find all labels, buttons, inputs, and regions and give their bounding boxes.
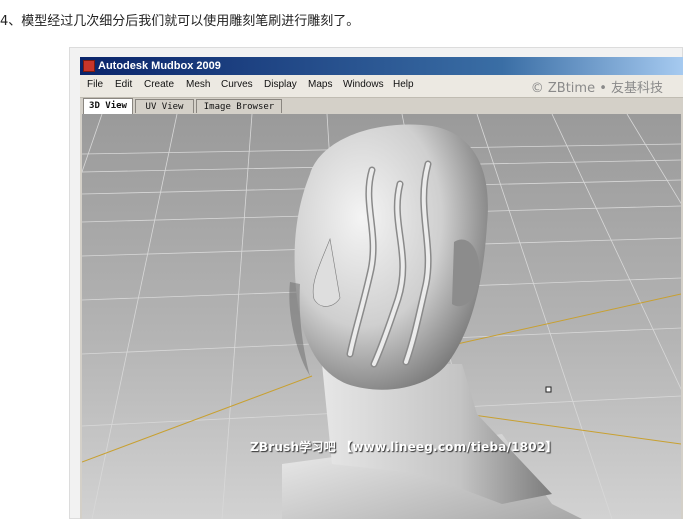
step-caption: 4、模型经过几次细分后我们就可以使用雕刻笔刷进行雕刻了。 (0, 14, 360, 29)
menu-mesh[interactable]: Mesh (186, 79, 210, 90)
menu-display[interactable]: Display (264, 79, 297, 90)
zbtime-credit: © ZBtime • 友基科技 (530, 81, 663, 96)
3d-viewport[interactable] (82, 114, 681, 519)
menu-help[interactable]: Help (393, 79, 414, 90)
menu-bar: File Edit Create Mesh Curves Display Map… (80, 75, 683, 98)
tab-image-browser[interactable]: Image Browser (196, 99, 282, 113)
menu-curves[interactable]: Curves (221, 79, 253, 90)
menu-maps[interactable]: Maps (308, 79, 332, 90)
menu-windows[interactable]: Windows (343, 79, 384, 90)
forum-watermark: ZBrush学习吧 【www.lineeg.com/tieba/1802】 (250, 440, 558, 454)
tab-3d-view[interactable]: 3D View (83, 98, 133, 114)
mudbox-app-icon (83, 60, 95, 72)
view-tab-bar: 3D View UV View Image Browser (80, 98, 683, 114)
title-bar[interactable]: Autodesk Mudbox 2009 (80, 57, 683, 75)
menu-file[interactable]: File (87, 79, 103, 90)
menu-create[interactable]: Create (144, 79, 174, 90)
brush-cursor-icon (545, 386, 552, 393)
tab-uv-view[interactable]: UV View (135, 99, 194, 113)
viewport-scene (82, 114, 681, 519)
window-title: Autodesk Mudbox 2009 (98, 60, 221, 72)
menu-edit[interactable]: Edit (115, 79, 132, 90)
